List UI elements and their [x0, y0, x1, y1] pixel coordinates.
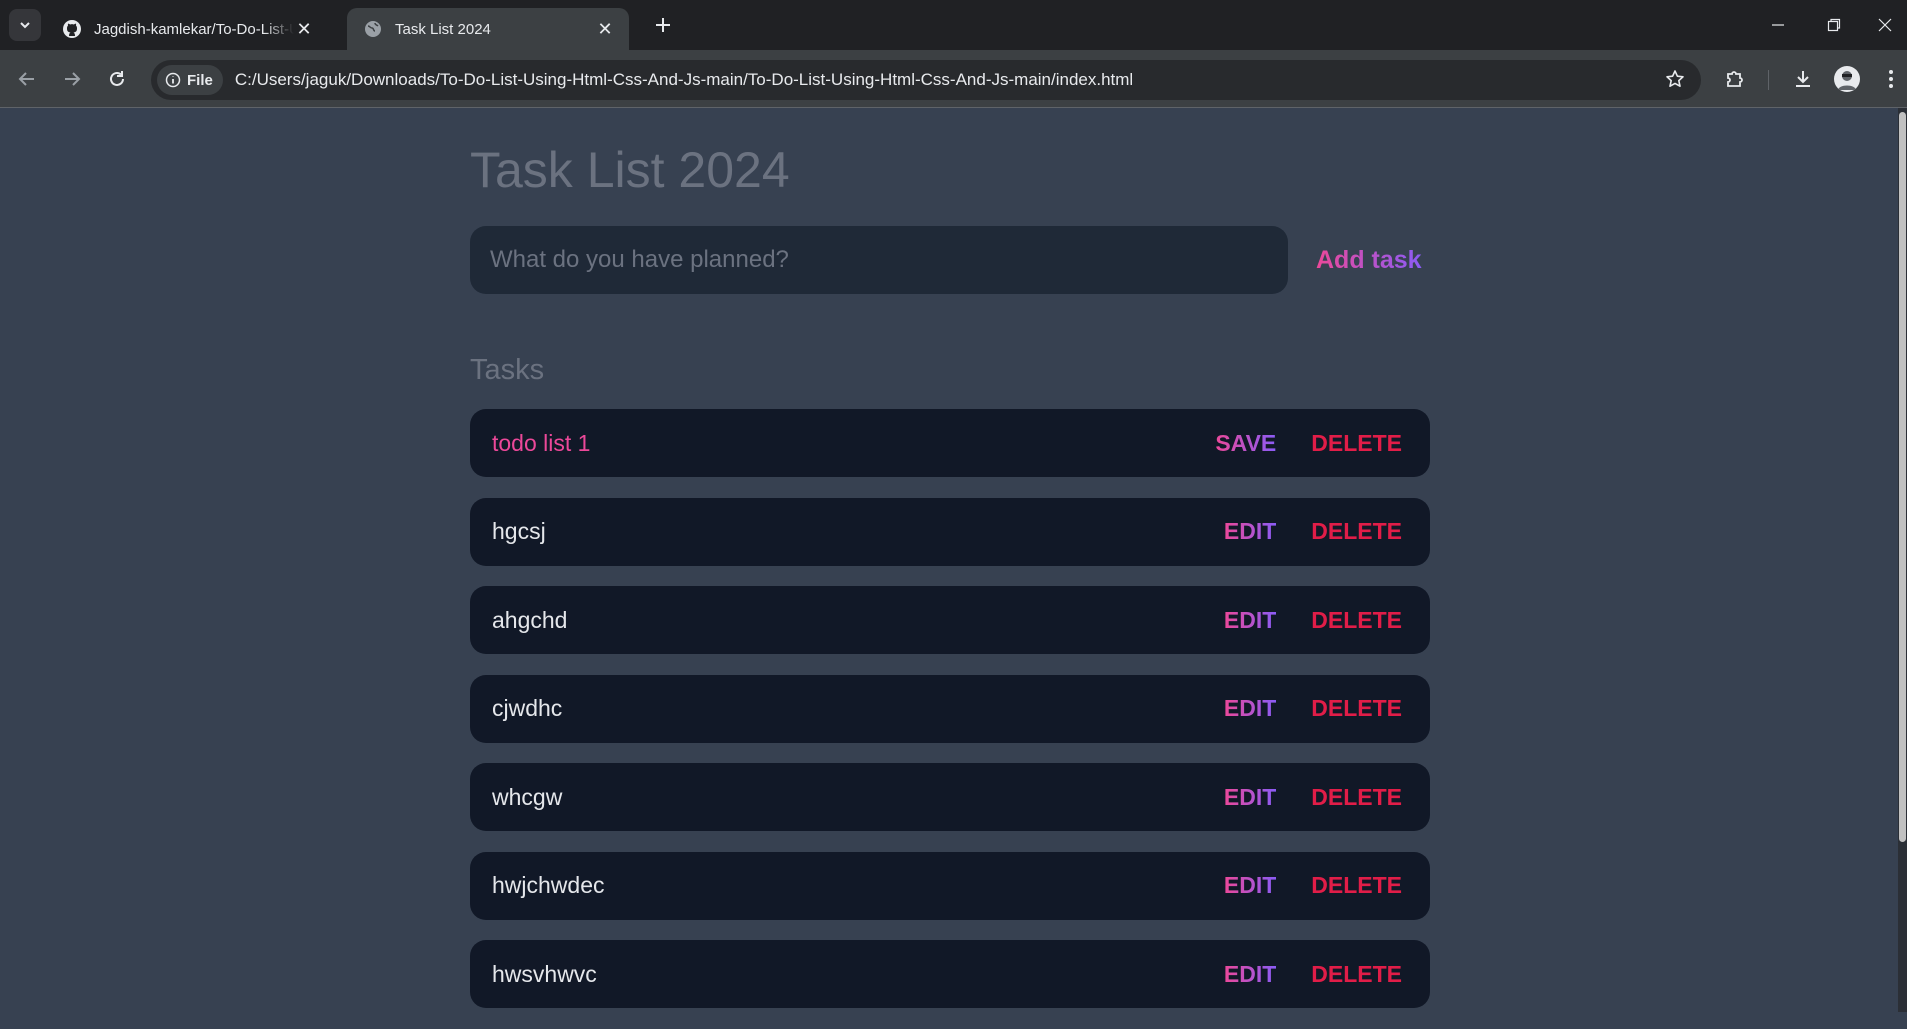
browser-tabstrip: Jagdish-kamlekar/To-Do-List-Using-Html-C… [0, 0, 1907, 50]
toolbar-separator [1768, 70, 1769, 90]
extensions-button[interactable] [1719, 62, 1753, 96]
close-icon [1878, 18, 1891, 32]
address-bar[interactable]: File C:/Users/jaguk/Downloads/To-Do-List… [151, 60, 1701, 100]
downloads-button[interactable] [1786, 62, 1820, 96]
github-icon [62, 19, 82, 39]
edit-button[interactable]: EDIT [1224, 607, 1276, 634]
arrow-left-icon [18, 72, 34, 86]
task-actions: EDIT DELETE [1224, 518, 1402, 545]
url-text[interactable]: C:/Users/jaguk/Downloads/To-Do-List-Usin… [235, 70, 1133, 90]
edit-button[interactable]: EDIT [1224, 695, 1276, 722]
tasks-heading: Tasks [470, 354, 545, 386]
task-item: hwsvhwvc EDIT DELETE [470, 940, 1430, 1008]
task-actions: EDIT DELETE [1224, 961, 1402, 988]
task-item: whcgw EDIT DELETE [470, 763, 1430, 831]
bookmark-star-icon[interactable] [1665, 69, 1685, 94]
tab-search-button[interactable] [9, 9, 41, 41]
task-text: whcgw [492, 783, 563, 810]
profile-avatar[interactable] [1834, 66, 1860, 92]
task-text: ahgchd [492, 606, 568, 633]
site-info-label: File [187, 71, 213, 89]
add-task-button[interactable]: Add task [1316, 226, 1422, 294]
tab-github[interactable]: Jagdish-kamlekar/To-Do-List-Using-Html-C… [46, 8, 328, 50]
kebab-menu-icon [1889, 70, 1893, 88]
chevron-down-icon [20, 22, 30, 29]
info-icon [165, 72, 181, 88]
task-text: hgcsj [492, 518, 546, 544]
task-actions: EDIT DELETE [1224, 872, 1402, 899]
restore-icon [1827, 18, 1841, 32]
tab-task-list[interactable]: Task List 2024 ✕ [347, 8, 629, 50]
task-actions: SAVE DELETE [1215, 430, 1402, 457]
forward-button[interactable] [55, 62, 89, 96]
task-actions: EDIT DELETE [1224, 607, 1402, 634]
task-text: cjwdhc [492, 695, 563, 721]
delete-button[interactable]: DELETE [1311, 784, 1402, 811]
task-text: hwjchwdec [492, 872, 605, 898]
delete-button[interactable]: DELETE [1311, 607, 1402, 634]
delete-button[interactable]: DELETE [1311, 872, 1402, 899]
puzzle-icon [1727, 71, 1743, 87]
delete-button[interactable]: DELETE [1311, 430, 1402, 457]
download-icon [1796, 71, 1810, 87]
task-actions: EDIT DELETE [1224, 695, 1402, 722]
restore-button[interactable] [1806, 0, 1862, 50]
minimize-icon [1772, 24, 1784, 26]
task-text: hwsvhwvc [492, 960, 597, 987]
tab-title: Jagdish-kamlekar/To-Do-List-Using-Html-C… [94, 20, 294, 38]
minimize-button[interactable] [1750, 0, 1806, 50]
delete-button[interactable]: DELETE [1311, 518, 1402, 545]
task-actions: EDIT DELETE [1224, 784, 1402, 811]
delete-button[interactable]: DELETE [1311, 695, 1402, 722]
back-button[interactable] [10, 62, 44, 96]
browser-toolbar: File C:/Users/jaguk/Downloads/To-Do-List… [0, 50, 1907, 108]
edit-button[interactable]: EDIT [1224, 961, 1276, 988]
edit-button[interactable]: EDIT [1224, 518, 1276, 545]
scrollbar-thumb[interactable] [1899, 112, 1906, 842]
task-item: todo list 1 SAVE DELETE [470, 409, 1430, 477]
globe-icon [363, 19, 383, 39]
task-text: todo list 1 [492, 429, 591, 456]
reload-button[interactable] [100, 62, 134, 96]
task-item: cjwdhc EDIT DELETE [470, 674, 1430, 743]
task-item: ahgchd EDIT DELETE [470, 586, 1430, 654]
new-task-form: Add task [470, 226, 1430, 294]
delete-button[interactable]: DELETE [1311, 961, 1402, 988]
close-tab-icon[interactable]: ✕ [595, 19, 615, 39]
task-list: todo list 1 SAVE DELETE hgcsj EDIT DELET… [470, 409, 1430, 1029]
task-item: hgcsj EDIT DELETE [470, 497, 1430, 566]
new-tab-button[interactable] [650, 12, 676, 38]
edit-button[interactable]: EDIT [1224, 784, 1276, 811]
close-window-button[interactable] [1862, 0, 1907, 50]
plus-icon [656, 18, 670, 32]
close-tab-icon[interactable]: ✕ [294, 19, 314, 39]
save-button[interactable]: SAVE [1215, 430, 1276, 457]
page-viewport: Task List 2024 Add task Tasks todo list … [0, 108, 1907, 1012]
edit-button[interactable]: EDIT [1224, 872, 1276, 899]
new-task-input[interactable] [470, 226, 1288, 294]
task-item: hwjchwdec EDIT DELETE [470, 851, 1430, 920]
page-scrollbar[interactable] [1898, 108, 1907, 1012]
arrow-right-icon [65, 72, 81, 86]
site-info-chip[interactable]: File [157, 65, 223, 95]
page-title: Task List 2024 [470, 142, 790, 198]
tab-title: Task List 2024 [395, 20, 491, 38]
browser-menu-button[interactable] [1876, 62, 1906, 96]
reload-icon [110, 71, 124, 86]
